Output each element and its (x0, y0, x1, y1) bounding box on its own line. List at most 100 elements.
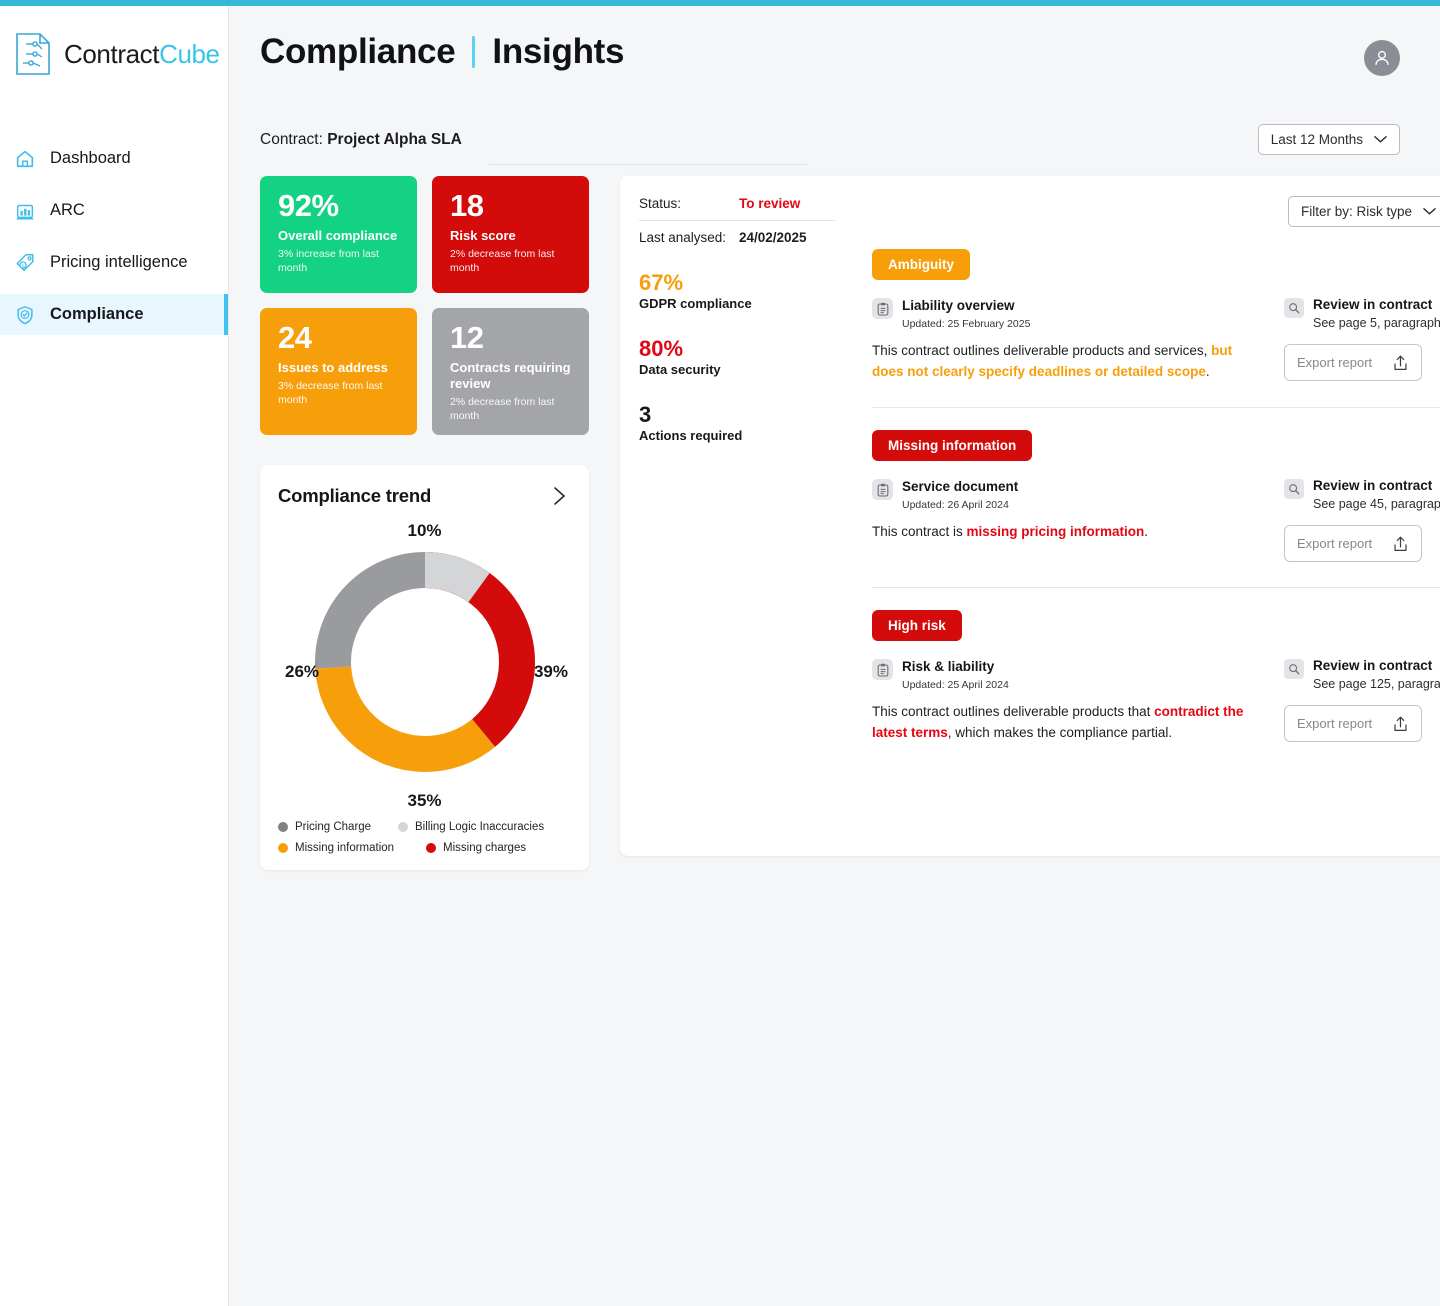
share-upload-icon (1394, 536, 1407, 551)
main-content: Compliance Insights Contract: Project Al… (229, 6, 1440, 1306)
user-avatar-icon (1375, 50, 1389, 65)
metric-label: Actions required (639, 428, 743, 444)
legend-row: Missing information Missing charges (278, 842, 571, 854)
legend-label: Missing charges (443, 842, 527, 855)
export-report-label: Export report (1297, 536, 1373, 552)
sidebar-item-pricing-intelligence[interactable]: £ Pricing intelligence (0, 242, 228, 283)
review-subtitle: See page 5, paragraph 24 (1313, 316, 1440, 331)
review-in-contract-link[interactable]: Review in contract See page 5, paragraph… (1284, 297, 1440, 330)
legend-dot (278, 843, 288, 854)
last-analysed-key: Last analysed: (639, 230, 727, 245)
risk-document-header: Liability overview Updated: 25 February … (872, 297, 1264, 330)
risk-document-updated: Updated: 26 April 2024 (902, 499, 1009, 512)
risk-document-name: Liability overview (902, 298, 1015, 313)
left-column: 92% Overall compliance 3% increase from … (260, 176, 589, 871)
risk-text-after: , which makes the compliance partial. (947, 724, 1173, 740)
risk-item-high-risk: High risk Risk & liability Updated: 25 A… (872, 587, 1440, 743)
brand-name-part1: Contract (64, 39, 160, 69)
right-column: Status: To review Last analysed: 24/02/2… (620, 176, 1440, 856)
period-filter-label: Last 12 Months (1270, 132, 1363, 147)
kpi-value: 18 (450, 188, 484, 223)
review-title: Review in contract (1313, 297, 1433, 312)
metric-value: 67% (639, 270, 684, 295)
risk-badge[interactable]: High risk (872, 610, 962, 642)
legend-item-missing-information: Missing information (278, 842, 426, 854)
document-icon (872, 479, 893, 501)
kpi-card-issues-to-address[interactable]: 24 Issues to address 3% decrease from la… (260, 308, 417, 436)
review-subtitle: See page 125, paragraph 2 (1313, 677, 1440, 692)
export-report-button[interactable]: Export report (1284, 525, 1422, 563)
brand-name-part2: Cube (159, 39, 220, 69)
sidebar-item-label: Dashboard (50, 149, 131, 167)
legend-item-missing-charges: Missing charges (426, 842, 526, 854)
kpi-card-risk-score[interactable]: 18 Risk score 2% decrease from last mont… (432, 176, 589, 293)
price-tag-icon: £ (16, 253, 34, 271)
risk-badge[interactable]: Ambiguity (872, 249, 970, 280)
donut-label-pricing-charge: 26% (285, 662, 320, 682)
svg-text:£: £ (22, 262, 25, 267)
contract-row: Contract: Project Alpha SLA Last 12 Mont… (229, 124, 1440, 155)
metric-value: 80% (639, 336, 684, 362)
kpi-title: Issues to address (278, 359, 388, 375)
page-title: Compliance Insights (260, 32, 624, 72)
contract-divider (489, 164, 807, 165)
magnifier-icon (1284, 659, 1304, 680)
risk-actions: Review in contract See page 45, paragrap… (1284, 478, 1440, 563)
risk-document-updated: Updated: 25 February 2025 (902, 318, 1031, 330)
risk-item-ambiguity: Ambiguity Liability overview Updated: 25… (872, 227, 1440, 382)
compliance-trend-title: Compliance trend (278, 485, 432, 507)
compliance-donut-chart: 10% 39% 26% 35% (278, 515, 571, 815)
last-analysed-value: 24/02/2025 (739, 230, 807, 245)
page-title-primary: Compliance (260, 32, 456, 71)
sidebar-item-compliance[interactable]: Compliance (0, 294, 228, 335)
content-grid: 92% Overall compliance 3% increase from … (229, 176, 1440, 871)
status-badge: To review (739, 196, 801, 211)
review-title: Review in contract (1313, 478, 1433, 494)
legend-label: Billing Logic Inaccuracies (415, 821, 545, 834)
sidebar-item-label: ARC (50, 201, 85, 219)
risk-badge[interactable]: Missing information (872, 430, 1033, 462)
sidebar-item-arc[interactable]: ARC (0, 190, 228, 231)
legend-label: Pricing Charge (295, 821, 372, 834)
risk-main: Risk & liability Updated: 25 April 2024 … (872, 658, 1264, 743)
risk-text-before: This contract outlines deliverable produ… (872, 343, 1212, 358)
document-icon (872, 298, 893, 319)
kpi-subtitle: 3% decrease from last month (278, 379, 383, 406)
metric-actions-required: 3 Actions required (639, 403, 860, 443)
kpi-card-contracts-requiring-review[interactable]: 12 Contracts requiring review 2% decreas… (432, 308, 589, 436)
sidebar-item-dashboard[interactable]: Dashboard (0, 138, 228, 179)
risk-document-header: Service document Updated: 26 April 2024 (872, 478, 1264, 511)
user-avatar[interactable] (1364, 40, 1400, 76)
legend-row: Pricing Charge Billing Logic Inaccuracie… (278, 821, 571, 833)
status-row: Status: To review (639, 196, 860, 211)
review-in-contract-link[interactable]: Review in contract See page 125, paragra… (1284, 658, 1440, 691)
status-divider (639, 220, 835, 221)
compliance-trend-expand-button[interactable] (549, 485, 571, 507)
metric-label: Data security (639, 362, 721, 378)
risk-main: Service document Updated: 26 April 2024 … (872, 478, 1264, 562)
brand-wordmark: ContractCube (64, 41, 220, 67)
risk-body: Liability overview Updated: 25 February … (872, 297, 1440, 382)
compliance-trend-header: Compliance trend (278, 485, 571, 507)
kpi-card-overall-compliance[interactable]: 92% Overall compliance 3% increase from … (260, 176, 417, 293)
risk-body: Risk & liability Updated: 25 April 2024 … (872, 658, 1440, 743)
bar-chart-icon (16, 204, 34, 220)
risk-type-filter-dropdown[interactable]: Filter by: Risk type (1287, 196, 1440, 227)
chevron-down-icon (1423, 208, 1436, 215)
risk-list: Filter by: Risk type Ambiguity Liability… (860, 196, 1440, 830)
kpi-subtitle: 2% decrease from last month (450, 396, 555, 423)
metric-label: GDPR compliance (639, 296, 752, 312)
export-report-button[interactable]: Export report (1284, 705, 1422, 743)
metric-gdpr-compliance: 67% GDPR compliance (639, 271, 860, 311)
kpi-title: Overall compliance (278, 227, 398, 243)
risk-main: Liability overview Updated: 25 February … (872, 297, 1264, 382)
risk-document-meta: Liability overview Updated: 25 February … (902, 297, 1030, 330)
legend-label: Missing information (295, 842, 395, 855)
review-in-contract-link[interactable]: Review in contract See page 45, paragrap… (1284, 478, 1440, 511)
page-title-secondary: Insights (492, 32, 625, 71)
brand-logo[interactable]: ContractCube (0, 6, 228, 76)
legend-dot (278, 822, 288, 833)
period-filter-dropdown[interactable]: Last 12 Months (1257, 124, 1400, 155)
risk-document-header: Risk & liability Updated: 25 April 2024 (872, 658, 1264, 691)
export-report-button[interactable]: Export report (1284, 344, 1422, 382)
